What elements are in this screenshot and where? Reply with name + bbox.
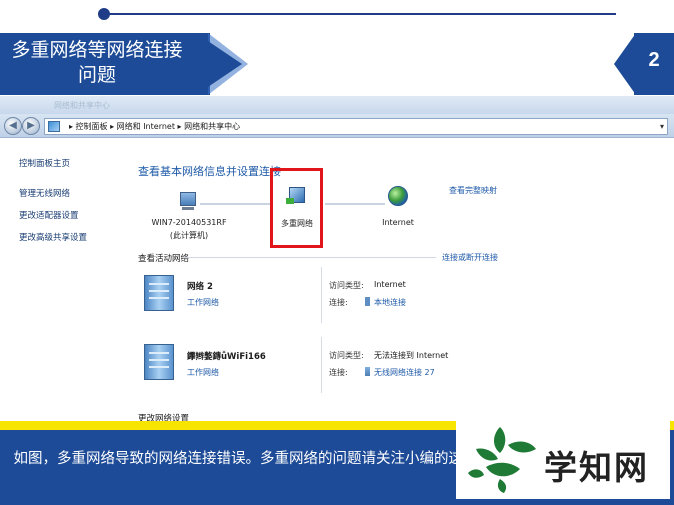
page-number-arrow [614, 33, 636, 95]
view-full-map-link[interactable]: 查看完整映射 [449, 185, 497, 196]
network-type-link[interactable]: 工作网络 [187, 367, 219, 378]
network-status-icon [286, 198, 294, 204]
slide-title: 多重网络等网络连接问题 [11, 39, 183, 86]
connection-label: 连接: [329, 368, 348, 377]
computer-name: WIN7-20140531RF [151, 218, 227, 227]
sidebar-item-adapter[interactable]: 更改适配器设置 [19, 209, 79, 221]
wireless-connection-link[interactable]: 无线网络连接 27 [365, 367, 435, 378]
access-type-value: Internet [374, 280, 406, 289]
breadcrumb[interactable]: ▸ 控制面板 ▸ 网络和 Internet ▸ 网络和共享中心 ▾ [44, 118, 668, 135]
network-icon [144, 275, 174, 311]
network-icon [144, 344, 174, 380]
local-connection-link[interactable]: 本地连接 [365, 297, 406, 308]
map-connector-left [200, 203, 270, 205]
logo-text: 学知网 [544, 448, 649, 487]
active-networks-label: 查看活动网络 [138, 254, 190, 264]
chevron-down-icon[interactable]: ▾ [660, 119, 664, 134]
page-title: 查看基本网络信息并设置连接 [138, 165, 281, 178]
computer-icon [180, 192, 196, 206]
connection-label: 连接: [329, 298, 348, 307]
window-title: 网络和共享中心 [54, 101, 110, 110]
sidebar-item-sharing[interactable]: 更改高级共享设置 [19, 231, 87, 243]
top-rule [100, 13, 616, 15]
window-titlebar: 网络和共享中心 [0, 96, 674, 114]
access-type-label: 访问类型: [329, 281, 364, 290]
sidebar-item-wireless[interactable]: 管理无线网络 [19, 187, 70, 199]
computer-stand [182, 207, 194, 210]
network-name: 鑻辫嫳鏄ǚWiFi166 [187, 352, 266, 362]
change-settings-label: 更改网络设置 [138, 414, 190, 421]
highlight-box [270, 168, 323, 248]
access-type-value: 无法连接到 Internet [374, 351, 449, 360]
main-panel: 查看基本网络信息并设置连接 查看完整映射 WIN7-20140531RF (此计… [125, 139, 674, 421]
connection-value: 本地连接 [374, 298, 406, 307]
section-divider [182, 257, 436, 258]
sidebar: 控制面板主页 管理无线网络 更改适配器设置 更改高级共享设置 [0, 139, 125, 421]
network-type-link[interactable]: 工作网络 [187, 297, 219, 308]
back-arrow-icon: ◀ [9, 120, 17, 131]
sidebar-item-home[interactable]: 控制面板主页 [19, 157, 70, 169]
access-type-label: 访问类型: [329, 351, 364, 360]
forward-arrow-icon: ▶ [27, 120, 35, 131]
network-divider [321, 337, 322, 393]
internet-globe-icon [388, 186, 408, 206]
computer-sub: (此计算机) [169, 231, 209, 240]
address-bar: ◀ ▶ ▸ 控制面板 ▸ 网络和 Internet ▸ 网络和共享中心 ▾ [0, 114, 674, 138]
internet-label: Internet [382, 218, 414, 227]
ethernet-icon [365, 297, 370, 306]
wireless-signal-icon [365, 367, 370, 376]
leaf-logo-icon [468, 427, 536, 493]
network-divider [321, 267, 322, 323]
breadcrumb-text: ▸ 控制面板 ▸ 网络和 Internet ▸ 网络和共享中心 [69, 122, 241, 131]
forward-button[interactable]: ▶ [22, 117, 40, 135]
multiple-networks-label: 多重网络 [281, 219, 313, 228]
top-dot [98, 8, 110, 20]
connection-value: 无线网络连接 27 [374, 368, 435, 377]
map-connector-right [325, 203, 385, 205]
control-panel-icon [48, 121, 60, 132]
connect-disconnect-link[interactable]: 连接或断开连接 [442, 252, 498, 263]
network-center-screenshot: 网络和共享中心 ◀ ▶ ▸ 控制面板 ▸ 网络和 Internet ▸ 网络和共… [0, 96, 674, 421]
page-number: 2 [648, 49, 660, 71]
back-button[interactable]: ◀ [4, 117, 22, 135]
network-name: 网络 2 [187, 282, 213, 292]
